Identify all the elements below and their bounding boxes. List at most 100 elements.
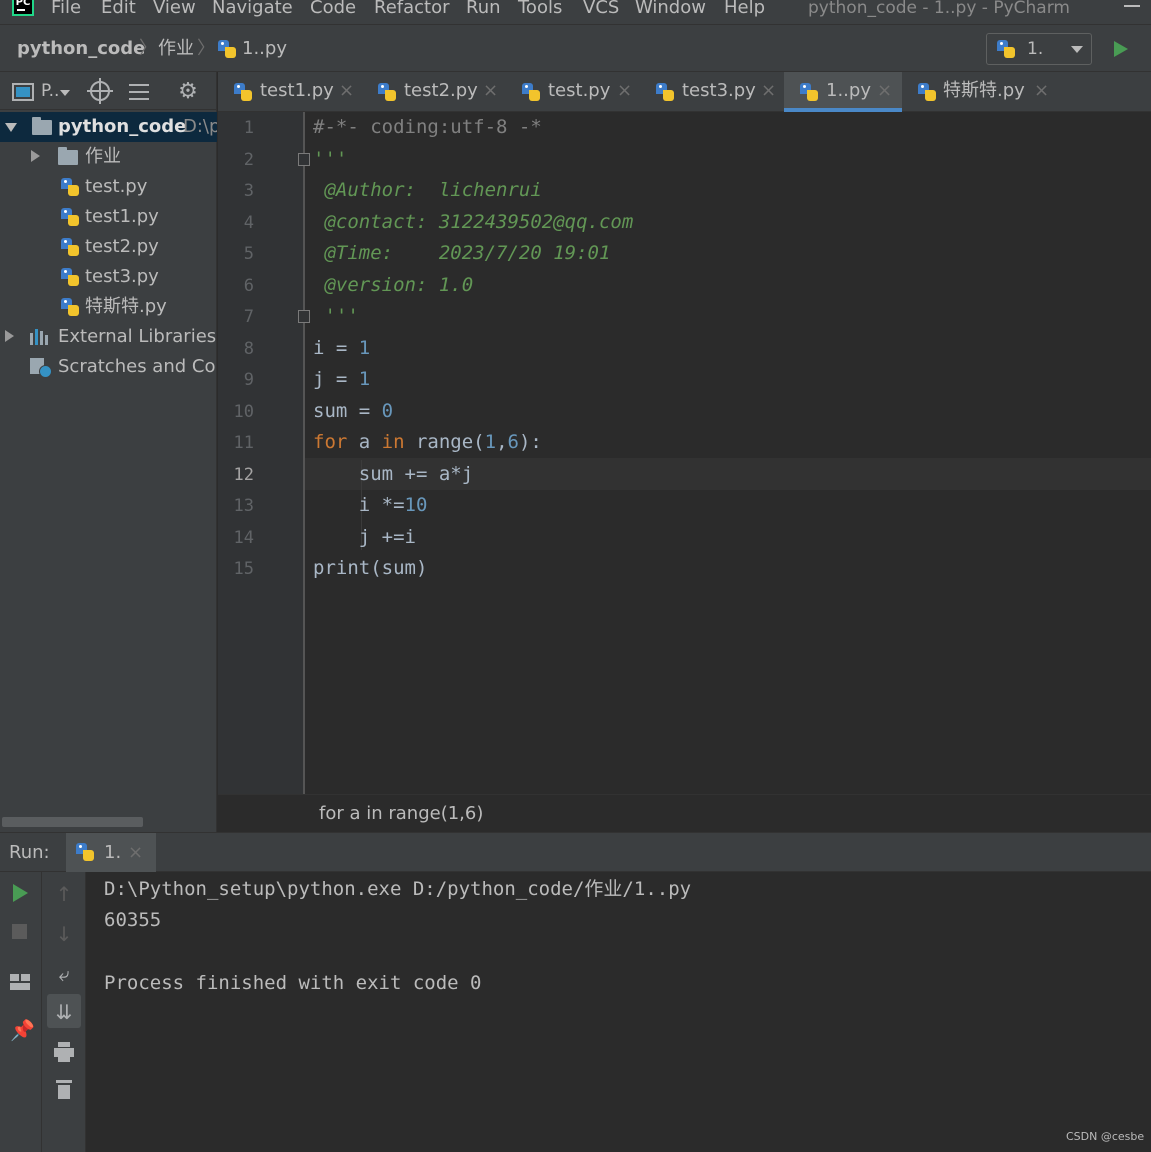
chevron-down-icon	[1071, 46, 1083, 53]
code-line: #-*- coding:utf-8 -*	[313, 116, 542, 138]
python-file-icon	[800, 83, 818, 101]
editor-breadcrumb-bar: for a in range(1,6)	[218, 794, 1151, 832]
code-line: for a in range(1,6):	[313, 431, 542, 453]
project-view-icon[interactable]	[12, 83, 34, 101]
project-view-select[interactable]: P..	[41, 80, 59, 102]
python-file-icon	[378, 83, 396, 101]
tree-item-label: test3.py	[85, 266, 159, 287]
tree-item-folder-homework[interactable]: 作业	[0, 142, 217, 172]
line-number: 8	[243, 339, 254, 359]
run-console-output[interactable]: D:\Python_setup\python.exe D:/python_cod…	[86, 872, 1151, 1152]
tab-test1-py[interactable]: test1.py ×	[218, 72, 360, 112]
code-token: i =	[313, 337, 359, 359]
libraries-icon	[30, 329, 52, 345]
code-line: i *=10	[313, 494, 428, 516]
tab-label: test2.py	[404, 80, 478, 101]
soft-wrap-icon[interactable]: ⤶	[54, 964, 74, 984]
close-icon[interactable]: ×	[761, 80, 776, 102]
code-line: j +=i	[313, 526, 416, 548]
menu-view[interactable]: View	[153, 0, 196, 20]
line-number: 11	[233, 433, 254, 453]
rerun-icon[interactable]	[13, 884, 28, 902]
close-icon[interactable]: ×	[877, 80, 892, 102]
code-keyword: for	[313, 431, 348, 453]
chevron-right-icon[interactable]	[5, 330, 14, 342]
tree-item-test1-py[interactable]: test1.py	[0, 202, 217, 232]
tab-test-cn-py[interactable]: 特斯特.py ×	[904, 72, 1052, 112]
tree-item-label: 特斯特.py	[85, 296, 167, 317]
arrow-up-icon[interactable]: ↑	[54, 884, 74, 904]
scroll-to-end-icon[interactable]: ⇊	[54, 1002, 74, 1022]
arrow-down-icon[interactable]: ↓	[54, 924, 74, 944]
line-number-current: 12	[233, 465, 254, 485]
tree-item-external-libraries[interactable]: External Libraries	[0, 322, 217, 352]
chevron-right-icon[interactable]	[31, 150, 40, 162]
tab-test3-py[interactable]: test3.py ×	[642, 72, 784, 112]
close-icon[interactable]: ×	[1034, 80, 1049, 102]
menu-file[interactable]: File	[51, 0, 81, 20]
python-icon	[76, 843, 94, 861]
collapse-all-icon[interactable]	[129, 82, 149, 102]
editor-breadcrumb[interactable]: for a in range(1,6)	[319, 803, 483, 825]
line-number: 6	[243, 276, 254, 296]
menu-navigate[interactable]: Navigate	[212, 0, 293, 20]
breadcrumb-separator: 〉	[197, 38, 215, 59]
menu-window[interactable]: Window	[635, 0, 706, 20]
project-tool-window: P.. ⚙ python_code D:\python_code 作业 test…	[0, 72, 217, 832]
folder-icon	[32, 117, 52, 135]
tree-item-test3-py[interactable]: test3.py	[0, 262, 217, 292]
scratches-icon	[30, 358, 52, 378]
tree-item-label: Scratches and Consoles	[58, 356, 217, 377]
close-icon[interactable]: ×	[617, 80, 632, 102]
breadcrumb-project[interactable]: python_code	[17, 37, 145, 61]
close-icon[interactable]: ×	[128, 842, 143, 864]
tree-item-python-code[interactable]: python_code D:\python_code	[0, 112, 217, 142]
code-token: ):	[518, 431, 542, 453]
run-button[interactable]	[1114, 41, 1128, 57]
menu-vcs[interactable]: VCS	[583, 0, 619, 20]
layout-icon[interactable]	[10, 974, 30, 990]
tree-item-test-py[interactable]: test.py	[0, 172, 217, 202]
run-tab-label: 1.	[104, 842, 122, 863]
python-file-icon	[61, 298, 79, 316]
line-number: 7	[243, 307, 254, 327]
close-icon[interactable]: ×	[339, 80, 354, 102]
menu-code[interactable]: Code	[310, 0, 356, 20]
tree-item-test-cn-py[interactable]: 特斯特.py	[0, 292, 217, 322]
code-editor[interactable]: 1 2 3 4 5 6 7 8 9 10 11 12 13 14 15 #-*-…	[218, 112, 1151, 794]
fold-marker-icon[interactable]	[298, 310, 310, 323]
print-icon[interactable]	[54, 1042, 74, 1062]
menu-refactor[interactable]: Refactor	[374, 0, 450, 20]
menu-run[interactable]: Run	[466, 0, 501, 20]
chevron-down-icon[interactable]	[5, 123, 17, 132]
tab-1-py[interactable]: 1..py ×	[784, 72, 902, 112]
minimize-window-button[interactable]	[1124, 5, 1140, 7]
stop-icon[interactable]	[12, 924, 27, 939]
menu-tools[interactable]: Tools	[518, 0, 562, 20]
gear-icon[interactable]: ⚙	[178, 81, 198, 103]
pin-icon[interactable]: 📌	[10, 1020, 35, 1040]
locate-file-icon[interactable]	[87, 78, 113, 104]
tab-test-py[interactable]: test.py ×	[506, 72, 640, 112]
run-tool-window-header: Run: 1. ×	[0, 832, 1151, 873]
tab-label: test3.py	[682, 80, 756, 101]
close-icon[interactable]: ×	[483, 80, 498, 102]
run-tab[interactable]: 1. ×	[66, 833, 156, 873]
fold-marker-icon[interactable]	[298, 153, 310, 166]
tab-test2-py[interactable]: test2.py ×	[362, 72, 504, 112]
run-toolbar-primary: 📌	[0, 872, 42, 1152]
trash-icon[interactable]	[56, 1080, 72, 1100]
code-line: '''	[313, 148, 348, 170]
line-number: 5	[243, 244, 254, 264]
horizontal-scrollbar[interactable]	[2, 817, 143, 827]
tree-item-scratches[interactable]: Scratches and Consoles	[0, 352, 217, 382]
breadcrumb-file[interactable]: 1..py	[242, 37, 287, 61]
breadcrumb-folder[interactable]: 作业	[158, 37, 194, 61]
code-number: 10	[404, 494, 428, 516]
python-icon	[997, 40, 1015, 58]
code-line: sum = 0	[313, 400, 393, 422]
menu-edit[interactable]: Edit	[101, 0, 136, 20]
run-configuration-select[interactable]: 1.	[986, 33, 1092, 65]
tree-item-test2-py[interactable]: test2.py	[0, 232, 217, 262]
menu-help[interactable]: Help	[724, 0, 765, 20]
